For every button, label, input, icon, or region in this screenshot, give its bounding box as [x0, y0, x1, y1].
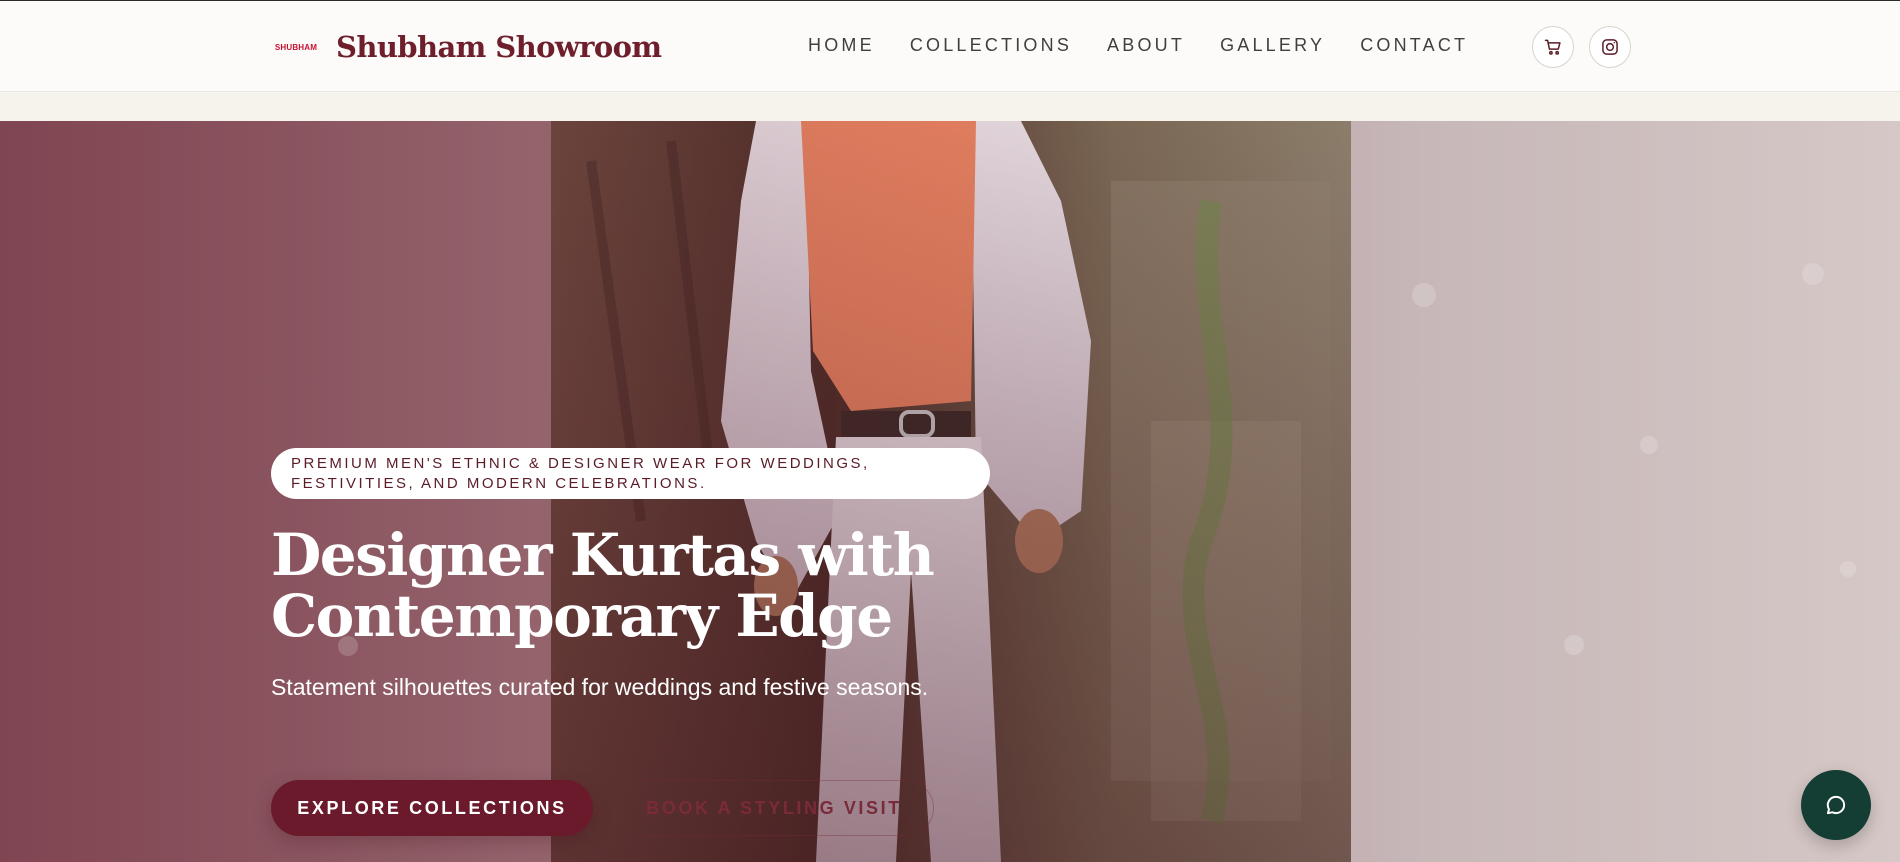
- instagram-icon: [1602, 39, 1618, 55]
- nav-about[interactable]: ABOUT: [1107, 35, 1185, 56]
- main-nav: HOME COLLECTIONS ABOUT GALLERY CONTACT: [808, 35, 1503, 56]
- header-spacer: [0, 93, 1900, 121]
- hero-tagline: PREMIUM MEN'S ETHNIC & DESIGNER WEAR FOR…: [271, 448, 990, 499]
- bokeh-decoration: [1640, 436, 1658, 454]
- nav-collections[interactable]: COLLECTIONS: [910, 35, 1072, 56]
- cart-icon: [1544, 39, 1561, 55]
- bokeh-decoration: [1564, 635, 1584, 655]
- instagram-button[interactable]: [1589, 26, 1631, 68]
- cart-button[interactable]: [1532, 26, 1574, 68]
- site-header: SHUBHAM Shubham Showroom HOME COLLECTION…: [0, 0, 1900, 92]
- hero-subtitle: Statement silhouettes curated for weddin…: [271, 674, 929, 700]
- book-styling-visit-button[interactable]: BOOK A STYLING VISIT: [614, 780, 934, 836]
- bokeh-decoration: [1802, 263, 1824, 285]
- hero-title: Designer Kurtas with Contemporary Edge: [271, 521, 935, 650]
- nav-contact[interactable]: CONTACT: [1360, 35, 1468, 56]
- nav-gallery[interactable]: GALLERY: [1220, 35, 1325, 56]
- nav-home[interactable]: HOME: [808, 35, 875, 56]
- bokeh-decoration: [1412, 283, 1436, 307]
- brand[interactable]: SHUBHAM Shubham Showroom: [271, 25, 662, 69]
- chat-button[interactable]: [1801, 770, 1871, 840]
- chat-bubble-icon: [1826, 795, 1846, 815]
- brand-logo: SHUBHAM: [274, 42, 318, 52]
- hero-section: PREMIUM MEN'S ETHNIC & DESIGNER WEAR FOR…: [0, 121, 1900, 862]
- bokeh-decoration: [1840, 561, 1856, 577]
- explore-collections-button[interactable]: EXPLORE COLLECTIONS: [271, 780, 593, 836]
- brand-name[interactable]: Shubham Showroom: [336, 30, 662, 64]
